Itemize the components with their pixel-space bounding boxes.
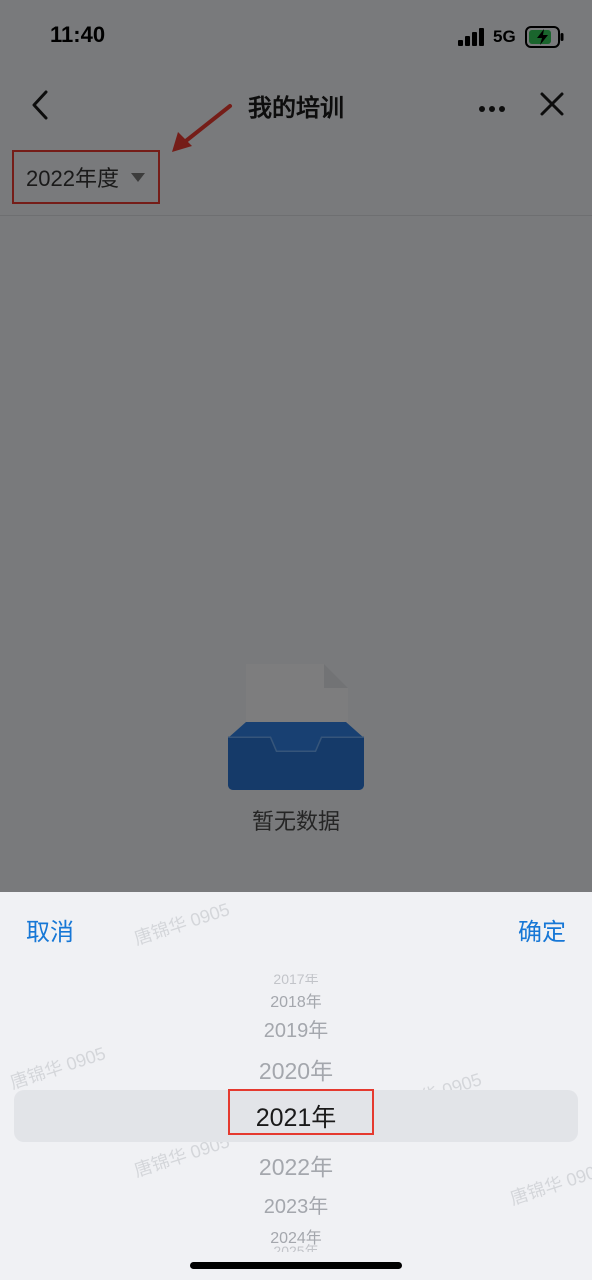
modal-overlay[interactable]	[0, 0, 592, 892]
confirm-button[interactable]: 确定	[518, 912, 566, 947]
home-indicator[interactable]	[190, 1262, 402, 1269]
picker-toolbar: 取消 确定	[0, 892, 592, 962]
picker-item[interactable]: 2018年	[0, 988, 592, 1012]
picker-item[interactable]: 2022年	[0, 1148, 592, 1182]
annotation-highlight-box	[228, 1089, 374, 1135]
picker-item[interactable]: 2023年	[0, 1190, 592, 1219]
year-picker-sheet: 取消 确定 唐锦华 0905 唐锦华 0905 唐锦华 0905 唐锦华 090…	[0, 892, 592, 1280]
app-screen: 11:40 5G 我的培训 2022年度 暂无数据 取消 确定 唐锦华 0905…	[0, 0, 592, 1280]
cancel-button[interactable]: 取消	[26, 912, 74, 947]
picker-item[interactable]: 2020年	[0, 1052, 592, 1086]
picker-item[interactable]: 2017年	[0, 974, 592, 984]
picker-item[interactable]: 2019年	[0, 1014, 592, 1043]
picker-item[interactable]: 2025年	[0, 1244, 592, 1252]
